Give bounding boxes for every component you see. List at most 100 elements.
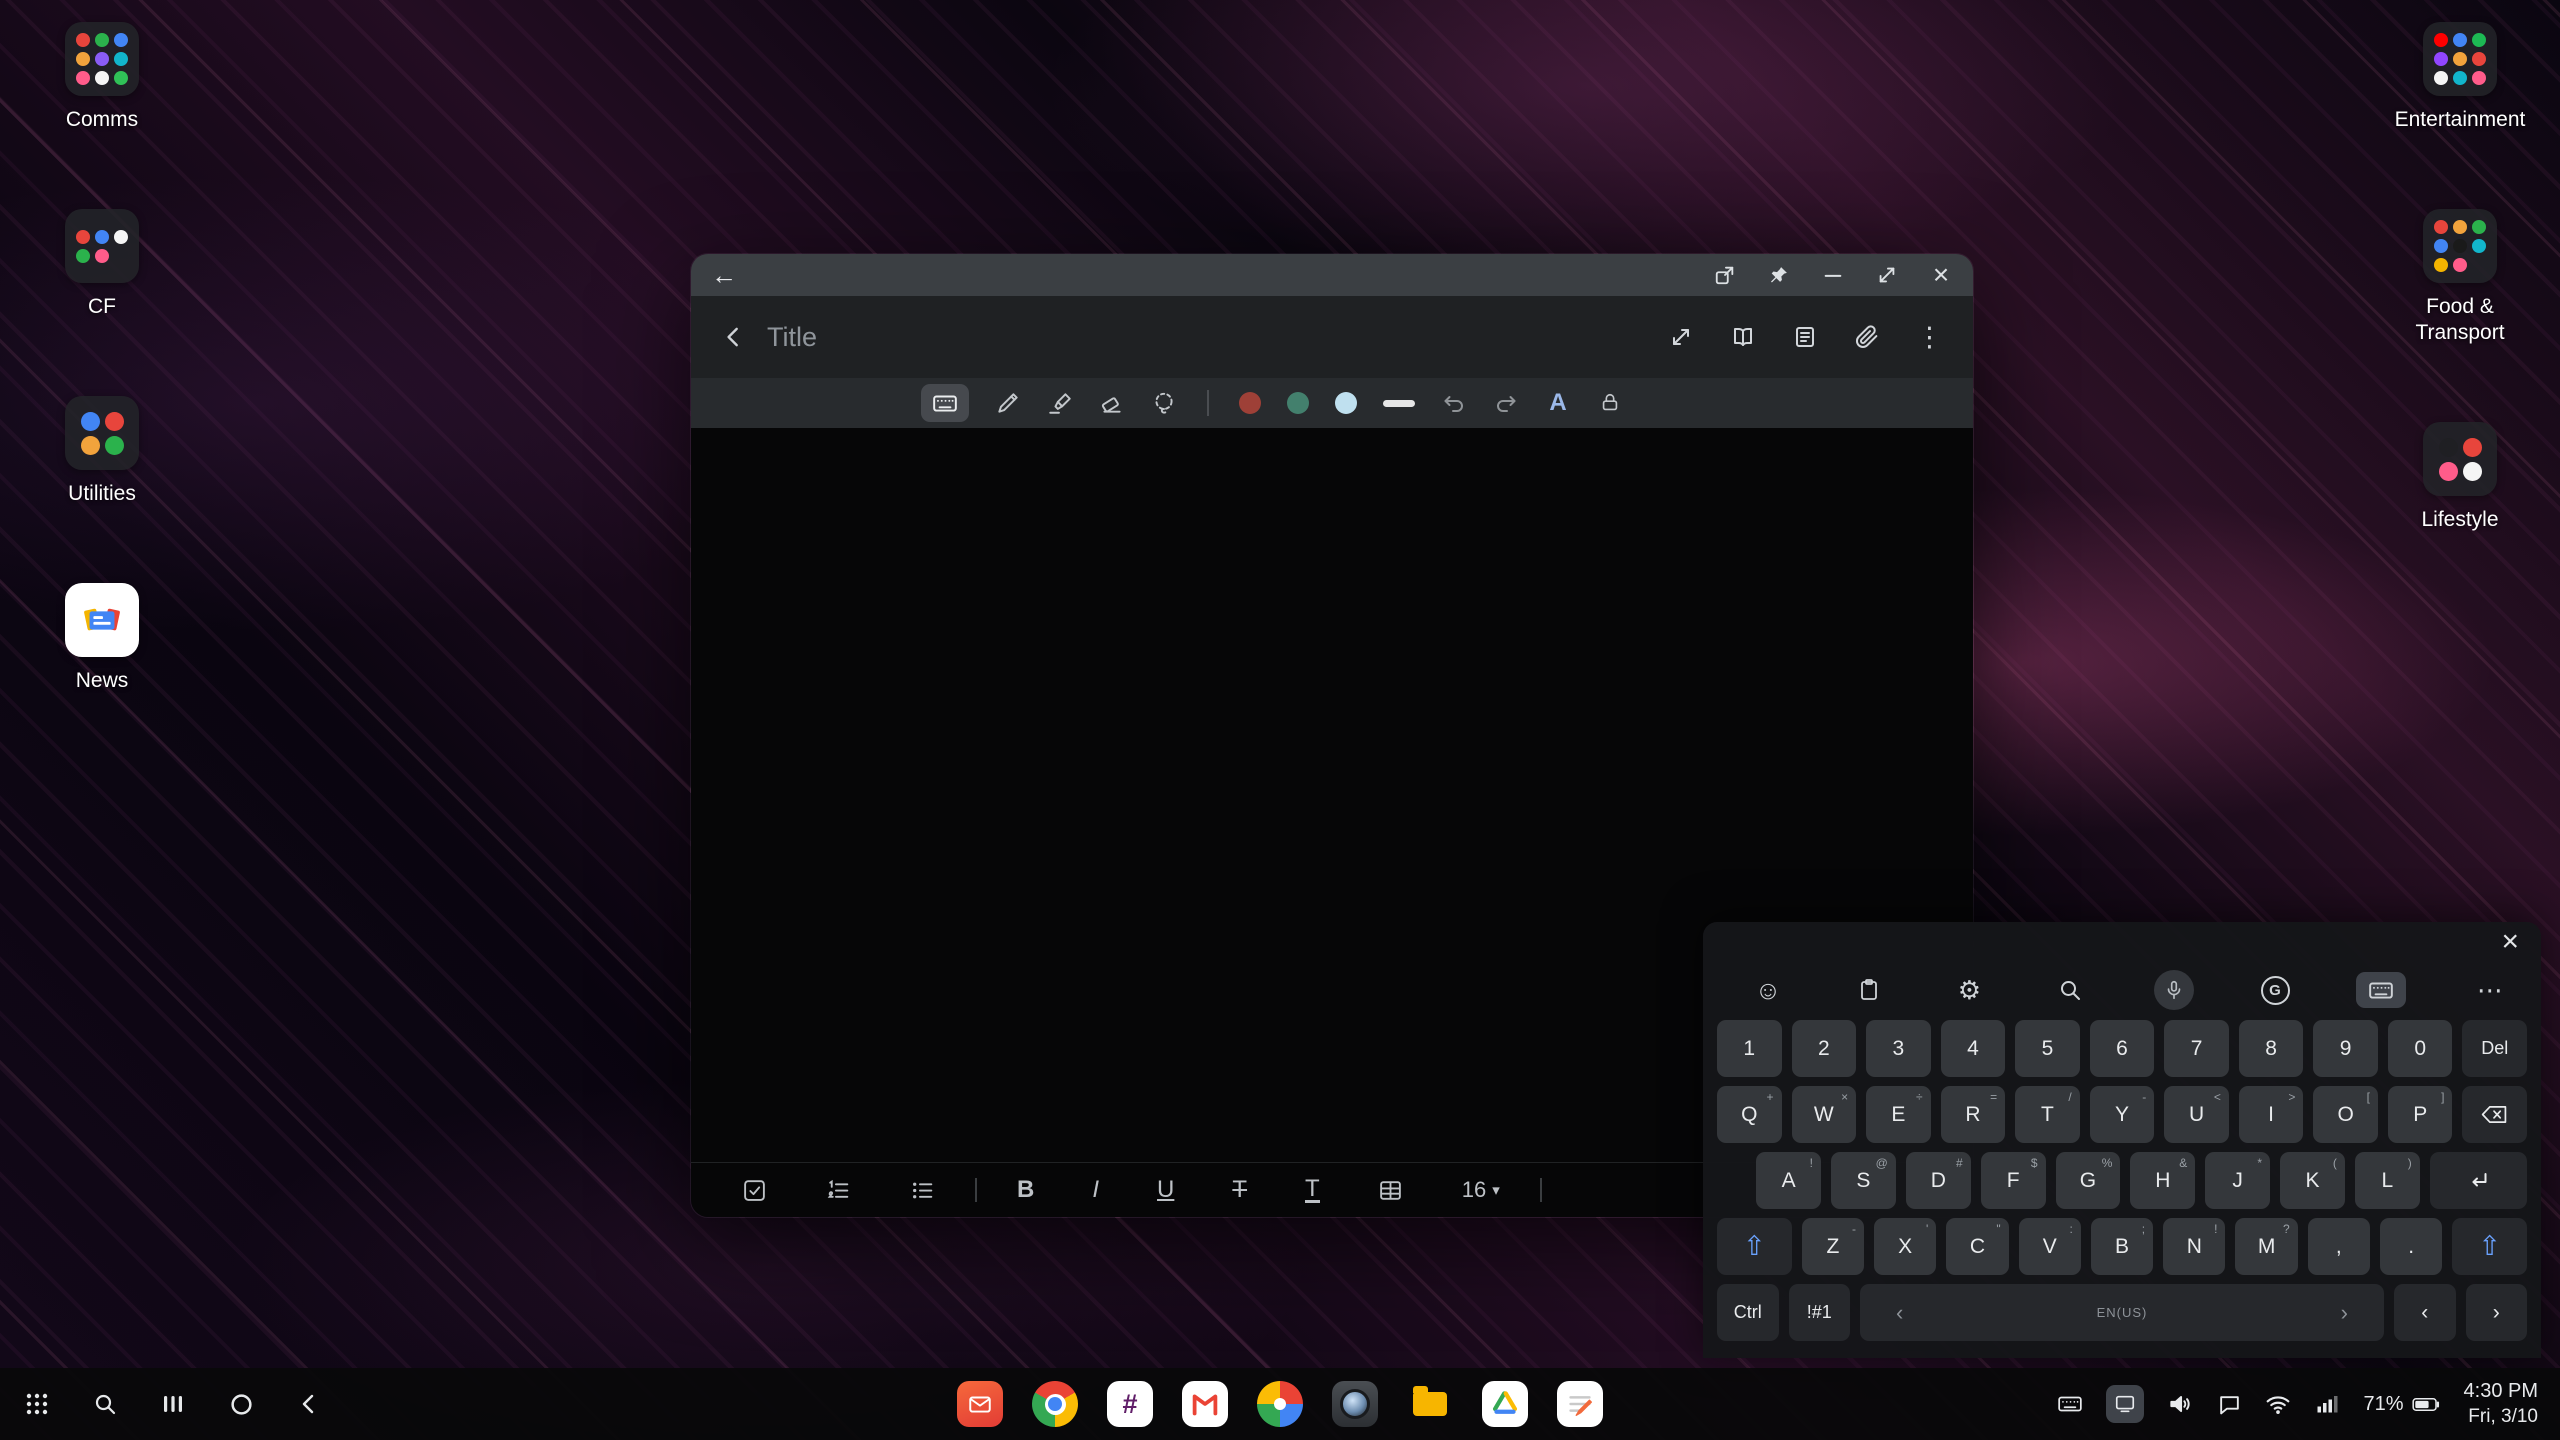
note-title-input[interactable]: Title	[767, 322, 817, 353]
camera-app-icon[interactable]	[1332, 1381, 1378, 1427]
drive-app-icon[interactable]	[1482, 1381, 1528, 1427]
handwriting-to-text-icon[interactable]: A	[1545, 390, 1571, 416]
shortcut-food-transport[interactable]: Food & Transport	[2390, 209, 2530, 346]
key-2[interactable]: 2	[1792, 1020, 1857, 1077]
key-s[interactable]: S@	[1831, 1152, 1896, 1209]
key-m[interactable]: M?	[2235, 1218, 2297, 1275]
key-l[interactable]: L)	[2355, 1152, 2420, 1209]
keyboard-mode-button[interactable]	[921, 384, 969, 422]
key-o[interactable]: O[	[2313, 1086, 2378, 1143]
key-n[interactable]: N!	[2163, 1218, 2225, 1275]
clipboard-icon[interactable]	[1852, 973, 1886, 1007]
key-c[interactable]: C"	[1946, 1218, 2008, 1275]
key-g[interactable]: G%	[2056, 1152, 2121, 1209]
shortcut-cf[interactable]: CF	[32, 209, 172, 320]
handwriting-input-icon[interactable]	[2106, 1385, 2144, 1423]
key-7[interactable]: 7	[2164, 1020, 2229, 1077]
cursor-right-key[interactable]: ›	[2466, 1284, 2528, 1341]
bullet-list-icon[interactable]	[909, 1177, 935, 1203]
keyboard-settings-icon[interactable]: ⚙	[1952, 973, 1986, 1007]
numbered-list-icon[interactable]	[825, 1177, 851, 1203]
shortcut-entertainment[interactable]: Entertainment	[2390, 22, 2530, 133]
cursor-left-key[interactable]: ‹	[2394, 1284, 2456, 1341]
key-b[interactable]: B;	[2091, 1218, 2153, 1275]
key-9[interactable]: 9	[2313, 1020, 2378, 1077]
maximize-icon[interactable]	[1875, 263, 1899, 287]
key-d[interactable]: D#	[1906, 1152, 1971, 1209]
lock-icon[interactable]	[1597, 390, 1623, 416]
backspace-key[interactable]	[2462, 1086, 2527, 1143]
emoji-icon[interactable]: ☺	[1751, 973, 1785, 1007]
key-v[interactable]: V:	[2019, 1218, 2081, 1275]
key-w[interactable]: W×	[1792, 1086, 1857, 1143]
popup-view-icon[interactable]	[1713, 263, 1737, 287]
shortcut-comms[interactable]: Comms	[32, 22, 172, 133]
my-files-app-icon[interactable]	[1407, 1381, 1453, 1427]
bold-button[interactable]: B	[1017, 1177, 1034, 1203]
shift-left-key[interactable]: ⇧	[1717, 1218, 1792, 1275]
more-options-icon[interactable]: ⋮	[1916, 322, 1943, 353]
grammar-assistant-icon[interactable]: G	[2261, 976, 2290, 1005]
lasso-select-icon[interactable]	[1151, 390, 1177, 416]
pin-window-icon[interactable]	[1767, 263, 1791, 287]
ctrl-key[interactable]: Ctrl	[1717, 1284, 1779, 1341]
key-h[interactable]: H&	[2130, 1152, 2195, 1209]
key-5[interactable]: 5	[2015, 1020, 2080, 1077]
highlighter-tool-icon[interactable]	[1047, 390, 1073, 416]
chrome-app-icon[interactable]	[1032, 1381, 1078, 1427]
font-size-selector[interactable]: 16 ▾	[1462, 1177, 1500, 1203]
insert-table-icon[interactable]	[1378, 1177, 1404, 1203]
key-t[interactable]: T/	[2015, 1086, 2080, 1143]
delete-key[interactable]: Del	[2462, 1020, 2527, 1077]
underline-button[interactable]: U	[1157, 1177, 1174, 1203]
undo-icon[interactable]	[1441, 390, 1467, 416]
page-template-icon[interactable]	[1792, 324, 1818, 350]
expand-note-icon[interactable]	[1668, 324, 1694, 350]
key-j[interactable]: J*	[2205, 1152, 2270, 1209]
color-swatch-lightblue[interactable]	[1335, 392, 1357, 414]
space-key[interactable]: ‹EN(US)›	[1860, 1284, 2384, 1341]
reading-view-icon[interactable]	[1730, 324, 1756, 350]
enter-key[interactable]	[2430, 1152, 2527, 1209]
key-1[interactable]: 1	[1717, 1020, 1782, 1077]
gmail-app-icon[interactable]	[1182, 1381, 1228, 1427]
back-button-icon[interactable]	[296, 1391, 322, 1417]
attach-file-icon[interactable]	[1854, 324, 1880, 350]
key-a[interactable]: A!	[1756, 1152, 1821, 1209]
key-3[interactable]: 3	[1866, 1020, 1931, 1077]
all-apps-icon[interactable]	[24, 1391, 50, 1417]
email-app-icon[interactable]	[957, 1381, 1003, 1427]
home-button-icon[interactable]	[228, 1391, 254, 1417]
key-e[interactable]: E÷	[1866, 1086, 1931, 1143]
color-swatch-green[interactable]	[1287, 392, 1309, 414]
keyboard-toggle-icon[interactable]	[2057, 1391, 2083, 1417]
color-swatch-red[interactable]	[1239, 392, 1261, 414]
clock[interactable]: 4:30 PM Fri, 3/10	[2464, 1379, 2538, 1429]
messages-icon[interactable]	[2216, 1391, 2242, 1417]
key-x[interactable]: X'	[1874, 1218, 1936, 1275]
italic-button[interactable]: I	[1092, 1177, 1099, 1203]
recent-apps-icon[interactable]	[160, 1391, 186, 1417]
voice-input-icon[interactable]	[2154, 970, 2194, 1010]
gallery-app-icon[interactable]	[1257, 1381, 1303, 1427]
search-icon[interactable]	[2053, 973, 2087, 1007]
key-r[interactable]: R=	[1941, 1086, 2006, 1143]
checkbox-list-icon[interactable]	[741, 1177, 767, 1203]
key-z[interactable]: Z-	[1802, 1218, 1864, 1275]
keyboard-close-icon[interactable]: ×	[2501, 927, 2519, 957]
key-8[interactable]: 8	[2239, 1020, 2304, 1077]
key-q[interactable]: Q+	[1717, 1086, 1782, 1143]
key-[interactable]: .	[2380, 1218, 2442, 1275]
key-4[interactable]: 4	[1941, 1020, 2006, 1077]
eraser-tool-icon[interactable]	[1099, 390, 1125, 416]
shortcut-utilities[interactable]: Utilities	[32, 396, 172, 507]
shortcut-news[interactable]: News	[32, 583, 172, 694]
text-style-button[interactable]: T	[1305, 1178, 1320, 1203]
pen-tool-icon[interactable]	[995, 390, 1021, 416]
key-6[interactable]: 6	[2090, 1020, 2155, 1077]
slack-app-icon[interactable]: #	[1107, 1381, 1153, 1427]
keyboard-layout-icon[interactable]	[2356, 972, 2406, 1008]
keyboard-more-icon[interactable]: ⋯	[2473, 973, 2507, 1007]
key-k[interactable]: K(	[2280, 1152, 2345, 1209]
note-back-chevron-icon[interactable]	[721, 324, 747, 350]
